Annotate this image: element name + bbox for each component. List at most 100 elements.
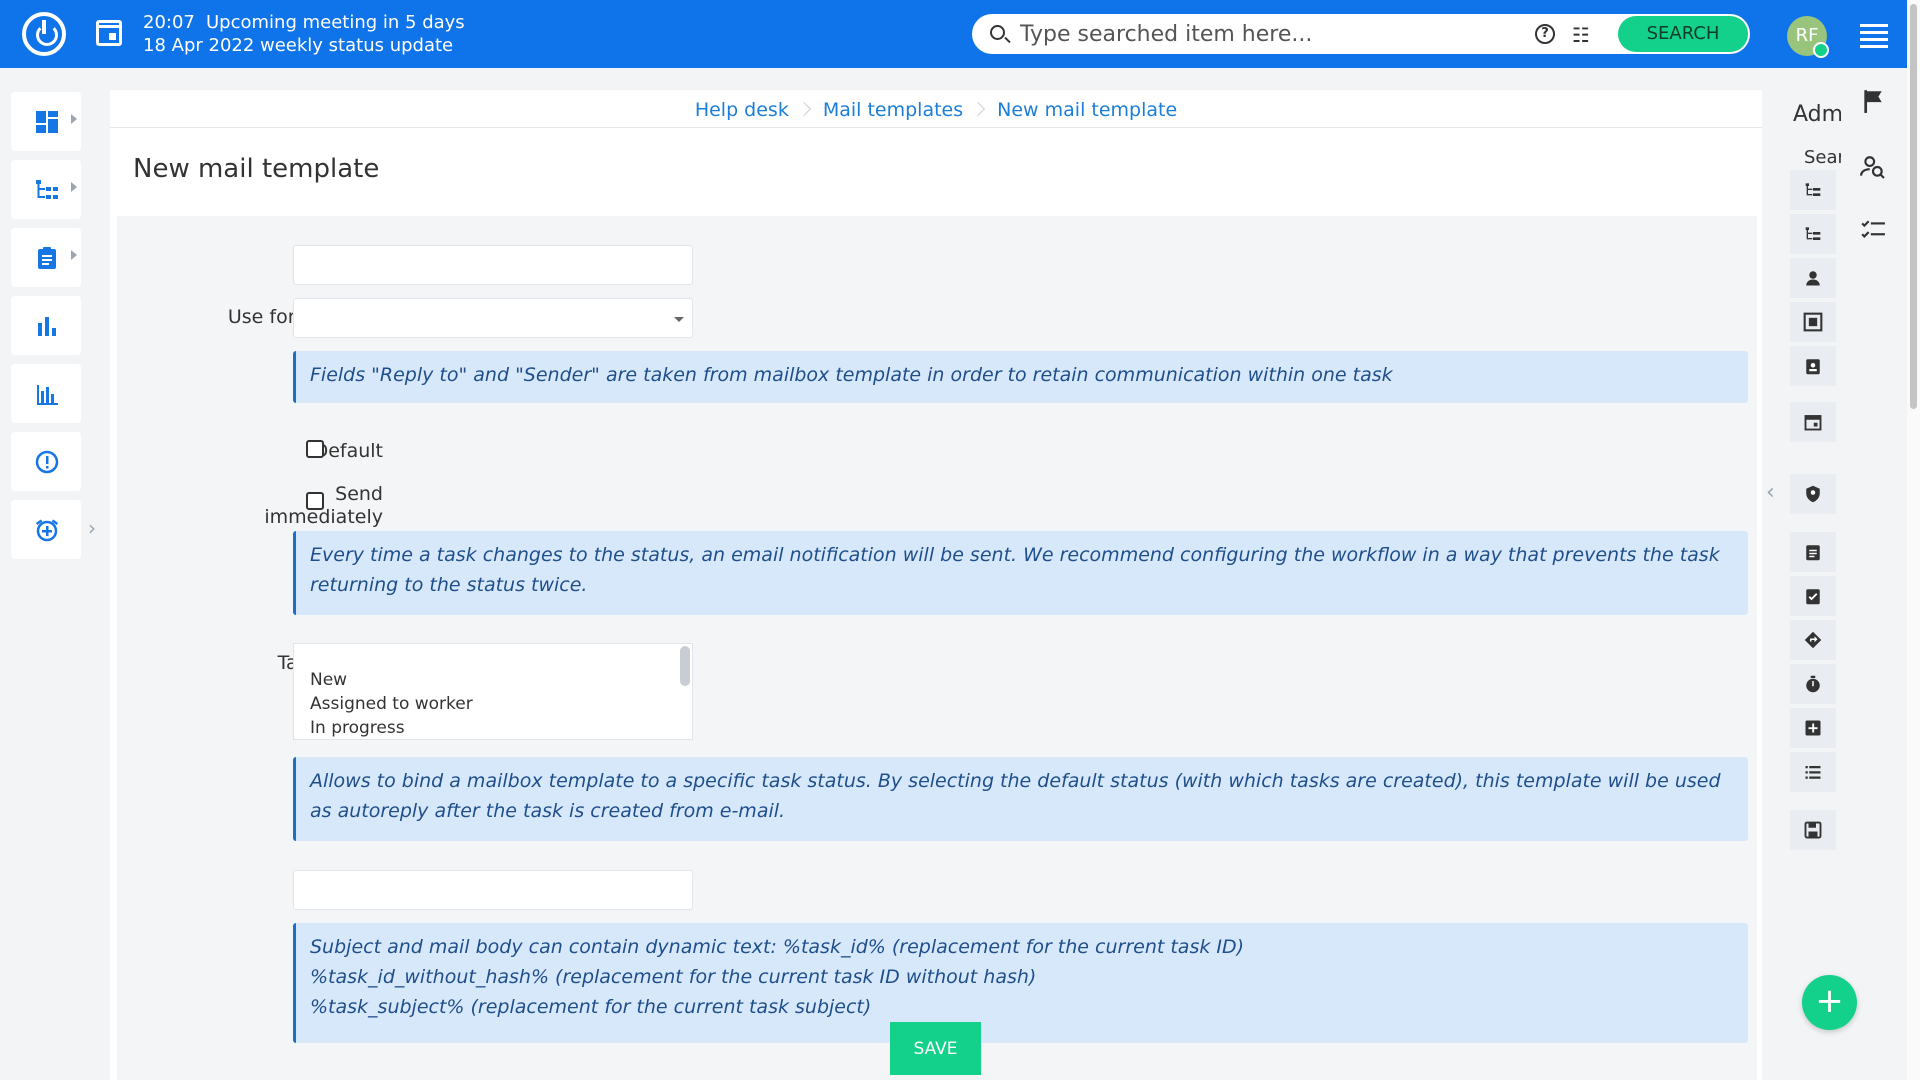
meeting-title: Upcoming meeting in 5 days <box>206 12 465 33</box>
alert-icon <box>35 450 59 474</box>
admin-shortcut[interactable] <box>1790 532 1836 572</box>
column-chart-icon <box>37 385 58 405</box>
subject-info-line: %task_subject% (replacement for the curr… <box>310 996 872 1018</box>
search-icon <box>990 25 1005 40</box>
search-button[interactable]: SEARCH <box>1618 16 1748 52</box>
global-search: ? ☷ SEARCH <box>972 14 1750 54</box>
main-panel: Help desk Mail templates New mail template… <box>110 90 1762 1080</box>
task-status-option[interactable]: In progress <box>310 716 692 739</box>
calendar-icon <box>1804 415 1822 431</box>
clipboard-check-icon <box>1806 589 1820 605</box>
expand-sidebar-chevron-icon[interactable]: › <box>88 516 96 540</box>
save-button[interactable]: SAVE <box>890 1022 981 1075</box>
shield-icon <box>1806 485 1820 503</box>
sidebar-item-tasks[interactable] <box>11 228 81 287</box>
task-status-option[interactable]: Assigned to worker <box>310 692 692 716</box>
breadcrumb-new-mail-template[interactable]: New mail template <box>997 99 1177 121</box>
admin-shortcut[interactable] <box>1790 576 1836 616</box>
admin-search-label: Search <box>1804 147 1841 168</box>
user-avatar[interactable]: RF <box>1787 16 1829 58</box>
admin-shortcut[interactable] <box>1790 620 1836 660</box>
contact-badge-icon <box>1806 359 1820 375</box>
dashboard-icon <box>36 111 58 133</box>
add-fab-button[interactable]: + <box>1802 975 1857 1030</box>
breadcrumb-help-desk[interactable]: Help desk <box>695 99 789 121</box>
breadcrumb: Help desk Mail templates New mail template <box>110 90 1762 128</box>
dropdown-arrow-icon <box>674 317 684 322</box>
subject-input[interactable] <box>293 870 693 910</box>
sidebar-item-projects[interactable] <box>11 160 81 219</box>
admin-shortcut[interactable] <box>1790 214 1836 254</box>
mailbox-info-note: Fields "Reply to" and "Sender" are taken… <box>293 351 1748 403</box>
chevron-right-icon <box>71 250 77 260</box>
mailbox-select[interactable] <box>293 298 693 338</box>
sidebar-item-statistics[interactable] <box>11 364 81 423</box>
mail-template-form: Name* Use for mailbox: Fields "Reply to"… <box>117 216 1757 1080</box>
project-tree-icon <box>1805 183 1821 196</box>
page-title: New mail template <box>133 154 380 184</box>
admin-shortcut-strip <box>1790 170 1836 850</box>
status-info-note: Allows to bind a mailbox template to a s… <box>293 757 1748 841</box>
breadcrumb-separator <box>796 101 811 117</box>
alarm-add-icon <box>35 519 59 542</box>
diamond-arrow-icon <box>1804 631 1822 649</box>
admin-shortcut[interactable] <box>1790 810 1836 850</box>
send-immediately-label-line1: Send <box>335 483 383 505</box>
task-status-option[interactable]: New <box>310 668 692 692</box>
default-label: Default <box>313 440 383 462</box>
admin-shortcut[interactable] <box>1790 302 1836 342</box>
chevron-right-icon <box>71 182 77 192</box>
page-scrollbar[interactable] <box>1907 0 1920 1080</box>
flag-icon[interactable] <box>1860 88 1886 114</box>
send-immediately-label: Send immediately <box>183 483 383 529</box>
collapse-panel-chevron-icon[interactable]: ‹ <box>1766 480 1775 505</box>
name-input[interactable] <box>293 245 693 285</box>
checklist-icon[interactable] <box>1860 218 1886 244</box>
subject-info-line: Subject and mail body can contain dynami… <box>310 936 1245 958</box>
default-checkbox[interactable] <box>306 440 324 458</box>
admin-panel-title: Administration <box>1793 102 1841 127</box>
task-status-listbox[interactable]: New Assigned to worker In progress <box>293 643 693 740</box>
filter-settings-icon[interactable]: ☷ <box>1572 23 1590 47</box>
send-immediately-checkbox[interactable] <box>306 492 324 510</box>
subject-info-note: Subject and mail body can contain dynami… <box>293 923 1748 1043</box>
bar-chart-icon <box>38 317 56 336</box>
listbox-scrollbar[interactable] <box>680 646 690 686</box>
user-search-icon[interactable] <box>1860 154 1886 180</box>
admin-shortcut[interactable] <box>1790 258 1836 298</box>
admin-shortcut[interactable] <box>1790 708 1836 748</box>
upcoming-meeting[interactable]: 20:07 Upcoming meeting in 5 days 18 Apr 2… <box>143 11 465 57</box>
top-bar: 20:07 Upcoming meeting in 5 days 18 Apr 2… <box>0 0 1907 68</box>
search-input[interactable] <box>1020 20 1500 48</box>
meeting-name: weekly status update <box>260 35 454 56</box>
framed-icon <box>1803 312 1823 332</box>
scrollbar-thumb[interactable] <box>1910 4 1917 409</box>
sidebar-item-reports[interactable] <box>11 296 81 355</box>
admin-shortcut[interactable] <box>1790 474 1836 514</box>
admin-shortcut[interactable] <box>1790 664 1836 704</box>
sidebar-item-dashboard[interactable] <box>11 92 81 151</box>
clipboard-icon <box>1806 545 1820 561</box>
meeting-date: 18 Apr 2022 <box>143 35 255 56</box>
app-logo-icon[interactable] <box>22 12 66 56</box>
project-tree-icon <box>1805 227 1821 240</box>
list-icon <box>1805 766 1821 779</box>
admin-shortcut[interactable] <box>1790 752 1836 792</box>
save-icon <box>1804 821 1822 839</box>
meeting-time: 20:07 <box>143 12 195 33</box>
send-info-note: Every time a task changes to the status,… <box>293 531 1748 615</box>
admin-shortcut[interactable] <box>1790 402 1836 442</box>
calendar-icon[interactable] <box>96 20 122 46</box>
breadcrumb-mail-templates[interactable]: Mail templates <box>823 99 963 121</box>
sidebar-item-reminders[interactable] <box>11 500 81 559</box>
person-icon <box>1806 271 1820 286</box>
project-tree-icon <box>36 180 58 199</box>
plus-box-icon <box>1805 720 1821 736</box>
breadcrumb-separator <box>971 101 986 117</box>
sidebar-item-alerts[interactable] <box>11 432 81 491</box>
help-icon[interactable]: ? <box>1535 24 1555 44</box>
hamburger-menu-icon[interactable] <box>1860 24 1888 48</box>
admin-shortcut[interactable] <box>1790 170 1836 210</box>
admin-shortcut[interactable] <box>1790 346 1836 386</box>
stopwatch-icon <box>1806 675 1820 693</box>
